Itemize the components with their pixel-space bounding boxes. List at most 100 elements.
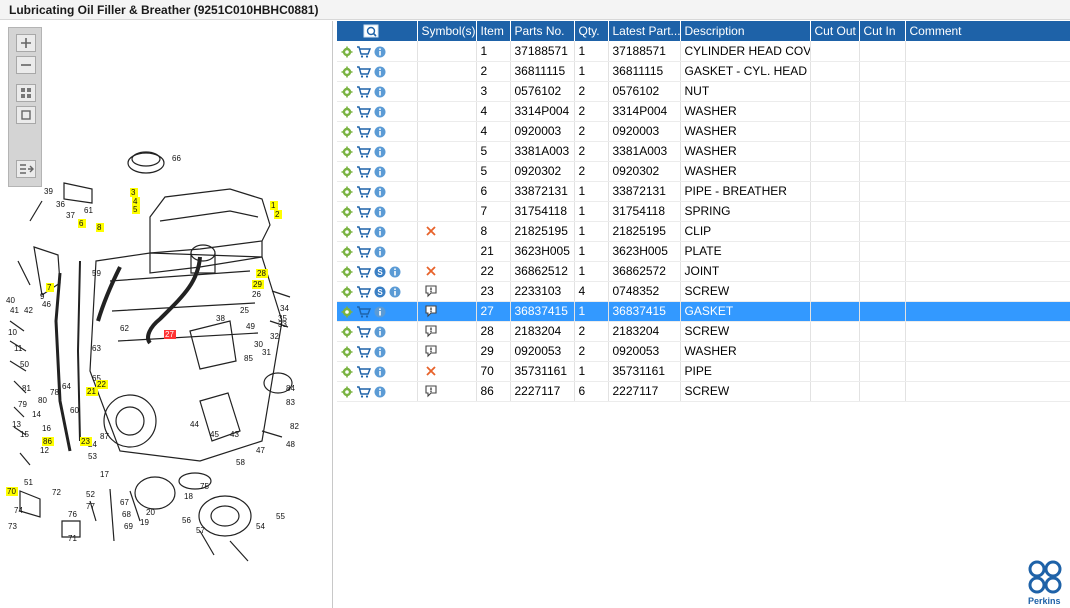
info-icon[interactable] [374, 326, 386, 338]
column-header-qty[interactable]: Qty. [574, 21, 609, 41]
cart-icon[interactable] [356, 346, 371, 358]
zoom-in-button[interactable] [16, 34, 36, 52]
cart-icon[interactable] [356, 86, 371, 98]
svg-text:85: 85 [244, 354, 253, 363]
info-icon[interactable] [374, 346, 386, 358]
cart-icon[interactable] [356, 106, 371, 118]
settings-gear-icon[interactable] [341, 386, 353, 398]
minus-icon [21, 64, 31, 66]
svg-text:41: 41 [10, 306, 19, 315]
column-header-actions[interactable] [337, 21, 418, 41]
info-icon[interactable] [389, 286, 401, 298]
cart-icon[interactable] [356, 306, 371, 318]
table-row[interactable]: 236811115136811115GASKET - CYL. HEAD COV [337, 61, 1070, 82]
settings-gear-icon[interactable] [341, 286, 353, 298]
info-icon[interactable] [374, 46, 386, 58]
svg-text:19: 19 [140, 518, 149, 527]
cart-icon[interactable] [356, 286, 371, 298]
table-row[interactable]: 27 36837415 1 36837415 GASKET [337, 301, 1070, 322]
zoom-out-button[interactable] [16, 56, 36, 74]
table-row[interactable]: 86 2227117 6 2227117 SCREW [337, 381, 1070, 402]
table-row[interactable]: 7 31754118 1 31754118 SPRING [337, 201, 1070, 222]
table-row[interactable]: 29 0920053 2 0920053 WASHER [337, 341, 1070, 362]
cart-icon[interactable] [356, 266, 371, 278]
column-header-latest-part[interactable]: Latest Part... [608, 21, 681, 41]
info-icon[interactable] [389, 266, 401, 278]
cart-icon[interactable] [356, 186, 371, 198]
column-header-cut-in[interactable]: Cut In [859, 21, 906, 41]
cart-icon[interactable] [356, 45, 371, 58]
info-icon[interactable] [374, 206, 386, 218]
table-row[interactable]: S 23 2233103 4 0748352 SCREW [337, 281, 1070, 302]
reset-view-button[interactable] [16, 106, 36, 124]
column-header-comment[interactable]: Comment [905, 21, 1070, 41]
cart-icon[interactable] [356, 366, 371, 378]
table-row[interactable]: 6 33872131 1 33872131 PIPE - BREATHER [337, 181, 1070, 202]
info-icon[interactable] [374, 186, 386, 198]
table-row[interactable]: S 22 36862512 1 36862572 JOINT [337, 261, 1070, 282]
settings-gear-icon[interactable] [341, 206, 353, 218]
description-cell: WASHER [680, 141, 811, 162]
column-header-cut-out[interactable]: Cut Out [810, 21, 860, 41]
settings-gear-icon[interactable] [341, 186, 353, 198]
cart-icon[interactable] [356, 206, 371, 218]
table-row[interactable]: 137188571137188571CYLINDER HEAD COVER [337, 41, 1070, 62]
table-row[interactable]: 28 2183204 2 2183204 SCREW [337, 321, 1070, 342]
settings-gear-icon[interactable] [341, 266, 353, 278]
settings-gear-icon[interactable] [341, 46, 353, 58]
info-icon[interactable] [374, 366, 386, 378]
info-icon[interactable] [374, 106, 386, 118]
service-s-icon[interactable]: S [374, 266, 386, 278]
column-header-symbols[interactable]: Symbol(s) [417, 21, 477, 41]
settings-gear-icon[interactable] [341, 86, 353, 98]
settings-gear-icon[interactable] [341, 326, 353, 338]
info-icon[interactable] [374, 226, 386, 238]
table-row[interactable]: 3 0576102 2 0576102 NUT [337, 81, 1070, 102]
info-icon[interactable] [374, 126, 386, 138]
info-icon[interactable] [374, 146, 386, 158]
cart-icon[interactable] [356, 386, 371, 398]
table-row[interactable]: 5 0920302 2 0920302 WASHER [337, 161, 1070, 182]
exploded-parts-drawing[interactable]: 663936 376159 94041 424610 115062 636465… [0, 21, 333, 608]
export-button[interactable] [16, 160, 36, 178]
table-row[interactable]: 8 21825195 1 21825195 CLIP [337, 221, 1070, 242]
settings-gear-icon[interactable] [341, 166, 353, 178]
table-row[interactable]: 21 3623H005 1 3623H005 PLATE [337, 241, 1070, 262]
description-cell: WASHER [680, 341, 811, 362]
table-row[interactable]: 70 35731161 1 35731161 PIPE [337, 361, 1070, 382]
settings-gear-icon[interactable] [341, 66, 353, 78]
info-icon[interactable] [374, 246, 386, 258]
settings-gear-icon[interactable] [341, 106, 353, 118]
settings-gear-icon[interactable] [341, 346, 353, 358]
svg-text:62: 62 [120, 324, 129, 333]
table-row[interactable]: 4 0920003 2 0920003 WASHER [337, 121, 1070, 142]
info-icon[interactable] [374, 166, 386, 178]
fit-view-button[interactable] [16, 84, 36, 102]
column-header-parts-no[interactable]: Parts No. [510, 21, 575, 41]
settings-gear-icon[interactable] [341, 126, 353, 138]
cart-icon[interactable] [356, 146, 371, 158]
info-icon[interactable] [374, 306, 386, 318]
info-icon[interactable] [374, 86, 386, 98]
column-header-description[interactable]: Description [680, 21, 811, 41]
column-header-item[interactable]: Item [476, 21, 511, 41]
settings-gear-icon[interactable] [341, 146, 353, 158]
info-icon[interactable] [374, 66, 386, 78]
settings-gear-icon[interactable] [341, 366, 353, 378]
table-row[interactable]: 5 3381A003 2 3381A003 WASHER [337, 141, 1070, 162]
cart-icon[interactable] [356, 226, 371, 238]
table-row[interactable]: 4 3314P004 2 3314P004 WASHER [337, 101, 1070, 122]
service-s-icon[interactable]: S [374, 286, 386, 298]
settings-gear-icon[interactable] [341, 306, 353, 318]
cart-icon[interactable] [356, 166, 371, 178]
cart-icon[interactable] [356, 66, 371, 78]
cart-icon[interactable] [356, 326, 371, 338]
cart-icon[interactable] [356, 246, 371, 258]
settings-gear-icon[interactable] [341, 226, 353, 238]
description-cell: PIPE [680, 361, 811, 382]
exploded-diagram-panel[interactable]: 66 39 36 37 61 59 9 40 41 42 46 10 11 50 62 63 64 65… [0, 21, 333, 608]
info-icon[interactable] [374, 386, 386, 398]
latest-part-cell: 36837415 [608, 301, 681, 322]
settings-gear-icon[interactable] [341, 246, 353, 258]
cart-icon[interactable] [356, 126, 371, 138]
